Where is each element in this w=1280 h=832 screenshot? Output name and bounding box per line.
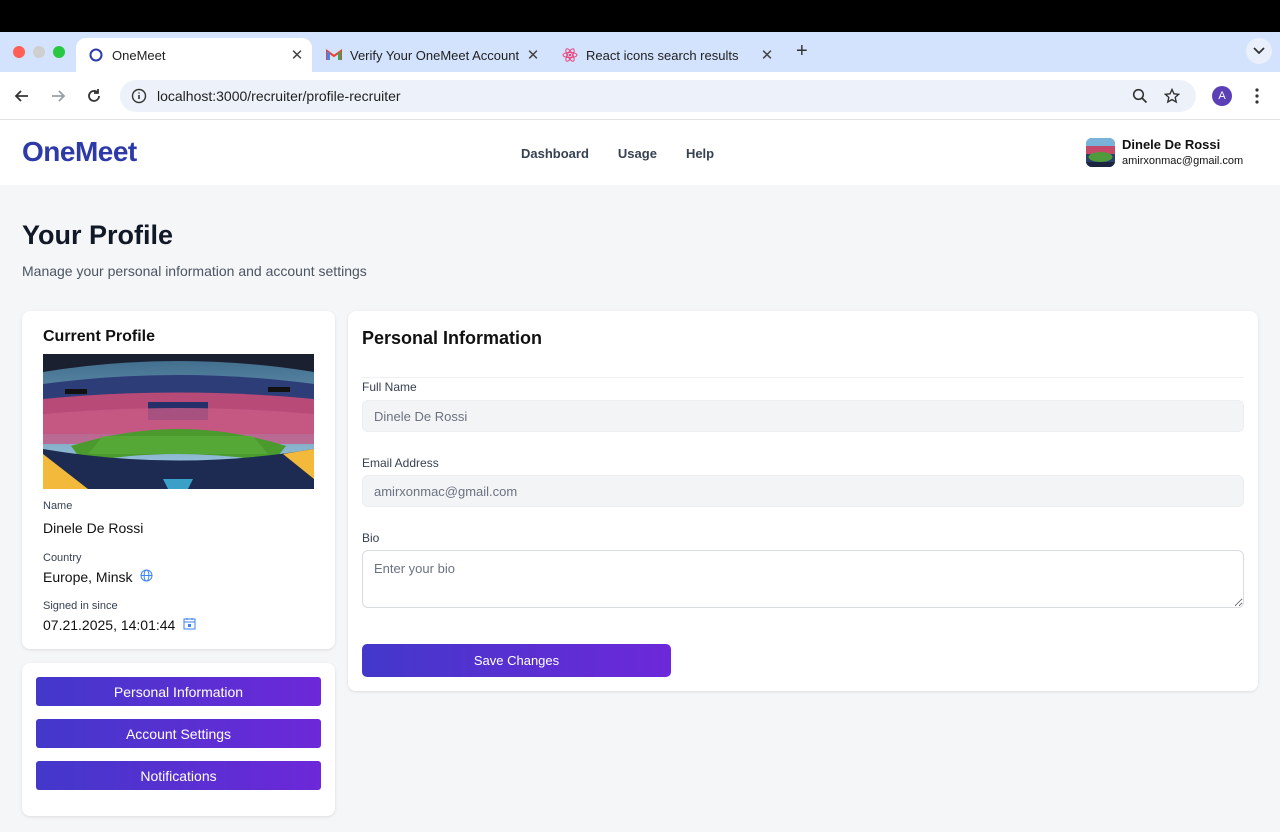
personal-information-card: Personal Information Full Name Dinele De… xyxy=(348,311,1258,691)
current-profile-title: Current Profile xyxy=(43,328,156,345)
account-settings-button[interactable]: Account Settings xyxy=(36,719,321,748)
close-tab-icon[interactable]: ✕ xyxy=(758,46,776,64)
browser-tab-react-icons[interactable]: React icons search results ✕ xyxy=(556,38,782,72)
nav-usage[interactable]: Usage xyxy=(618,146,657,161)
tab-title: React icons search results xyxy=(586,47,739,63)
onemeet-favicon-icon xyxy=(88,47,104,63)
bio-label: Bio xyxy=(362,531,380,545)
close-tab-icon[interactable]: ✕ xyxy=(524,46,542,64)
page-title: Your Profile xyxy=(22,220,174,250)
page-content: OneMeet Dashboard Usage Help Dinele De R… xyxy=(0,120,1280,832)
bio-textarea[interactable] xyxy=(362,550,1244,608)
main-nav: Dashboard Usage Help xyxy=(521,146,714,161)
onemeet-logo[interactable]: OneMeet xyxy=(22,136,137,168)
country-row: Europe, Minsk xyxy=(43,569,153,585)
react-favicon-icon xyxy=(562,47,578,63)
save-changes-button[interactable]: Save Changes xyxy=(362,644,671,677)
email-field[interactable]: amirxonmac@gmail.com xyxy=(362,475,1244,507)
url-text: localhost:3000/recruiter/profile-recruit… xyxy=(157,88,401,104)
full-name-field[interactable]: Dinele De Rossi xyxy=(362,400,1244,432)
gmail-favicon-icon xyxy=(326,47,342,63)
page-subtitle: Manage your personal information and acc… xyxy=(22,263,367,279)
back-arrow-icon[interactable] xyxy=(12,86,32,106)
close-tab-icon[interactable]: ✕ xyxy=(288,46,306,64)
notifications-button[interactable]: Notifications xyxy=(36,761,321,790)
current-profile-card: Current Profile Name Dinele De Rossi Cou… xyxy=(22,311,335,649)
bookmark-star-icon[interactable] xyxy=(1163,87,1181,104)
country-value: Europe, Minsk xyxy=(43,569,133,585)
nav-dashboard[interactable]: Dashboard xyxy=(521,146,589,161)
browser-menu-kebab-icon[interactable] xyxy=(1252,86,1262,106)
user-avatar[interactable] xyxy=(1086,138,1115,167)
name-value: Dinele De Rossi xyxy=(43,520,144,536)
signed-row: 07.21.2025, 14:01:44 xyxy=(43,617,196,633)
browser-tab-gmail[interactable]: Verify Your OneMeet Account ✕ xyxy=(320,38,548,72)
address-bar[interactable]: localhost:3000/recruiter/profile-recruit… xyxy=(120,80,1196,112)
calendar-icon xyxy=(183,617,196,633)
globe-icon xyxy=(140,569,153,585)
country-label: Country xyxy=(43,552,82,564)
zoom-magnifier-icon[interactable] xyxy=(1132,88,1148,104)
browser-toolbar: localhost:3000/recruiter/profile-recruit… xyxy=(0,72,1280,120)
signed-value: 07.21.2025, 14:01:44 xyxy=(43,617,176,633)
forward-arrow-icon[interactable] xyxy=(48,86,68,106)
new-tab-plus-icon[interactable]: + xyxy=(796,40,808,63)
app-header: OneMeet Dashboard Usage Help Dinele De R… xyxy=(0,120,1280,185)
personal-information-title: Personal Information xyxy=(362,328,543,348)
name-label: Name xyxy=(43,500,73,512)
profile-photo xyxy=(43,354,314,489)
close-window-button[interactable] xyxy=(13,46,25,58)
nav-help[interactable]: Help xyxy=(686,146,714,161)
site-info-icon[interactable] xyxy=(131,88,147,104)
profile-menu-card: Personal Information Account Settings No… xyxy=(22,663,335,816)
minimize-window-button[interactable] xyxy=(33,46,45,58)
browser-profile-avatar[interactable]: A xyxy=(1212,86,1232,106)
tab-search-chevron-down-icon[interactable] xyxy=(1246,38,1272,64)
user-email: amirxonmac@gmail.com xyxy=(1122,155,1244,167)
signed-label: Signed in since xyxy=(43,600,118,612)
user-name: Dinele De Rossi xyxy=(1122,137,1221,152)
maximize-window-button[interactable] xyxy=(53,46,65,58)
tab-title: Verify Your OneMeet Account xyxy=(350,47,520,63)
personal-information-button[interactable]: Personal Information xyxy=(36,677,321,706)
email-label: Email Address xyxy=(362,456,439,470)
browser-tab-bar: OneMeet ✕ Verify Your OneMeet Account ✕ … xyxy=(0,32,1280,92)
screen-top-bar xyxy=(0,0,1280,32)
reload-icon[interactable] xyxy=(84,86,104,106)
divider xyxy=(362,377,1244,378)
full-name-label: Full Name xyxy=(362,380,417,394)
browser-tab-onemeet[interactable]: OneMeet ✕ xyxy=(76,38,312,72)
tab-title: OneMeet xyxy=(112,47,166,63)
